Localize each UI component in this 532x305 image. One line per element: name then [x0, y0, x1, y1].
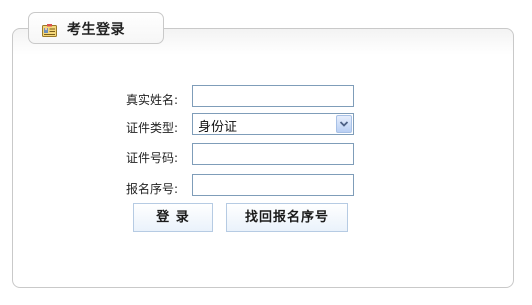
- id-number-input[interactable]: [192, 143, 354, 165]
- id-type-label: 证件类型:: [125, 121, 178, 135]
- tab-title: 考生登录: [67, 22, 125, 38]
- login-button[interactable]: 登 录: [133, 203, 213, 232]
- chevron-down-icon[interactable]: [336, 115, 352, 133]
- reg-number-label: 报名序号:: [125, 182, 178, 196]
- id-card-icon: [42, 22, 57, 37]
- login-page: 考生登录 真实姓名: 证件类型: 身份证 证件号码: 报名序号: 登 录 找回报…: [0, 0, 532, 305]
- id-type-selected-value: 身份证: [198, 120, 238, 135]
- name-input[interactable]: [192, 85, 354, 107]
- id-number-label: 证件号码:: [125, 151, 178, 165]
- retrieve-reg-number-button[interactable]: 找回报名序号: [226, 203, 348, 232]
- reg-number-input[interactable]: [192, 174, 354, 196]
- id-type-select[interactable]: 身份证: [192, 113, 354, 135]
- name-label: 真实姓名:: [125, 93, 178, 107]
- login-tab: 考生登录: [28, 12, 164, 44]
